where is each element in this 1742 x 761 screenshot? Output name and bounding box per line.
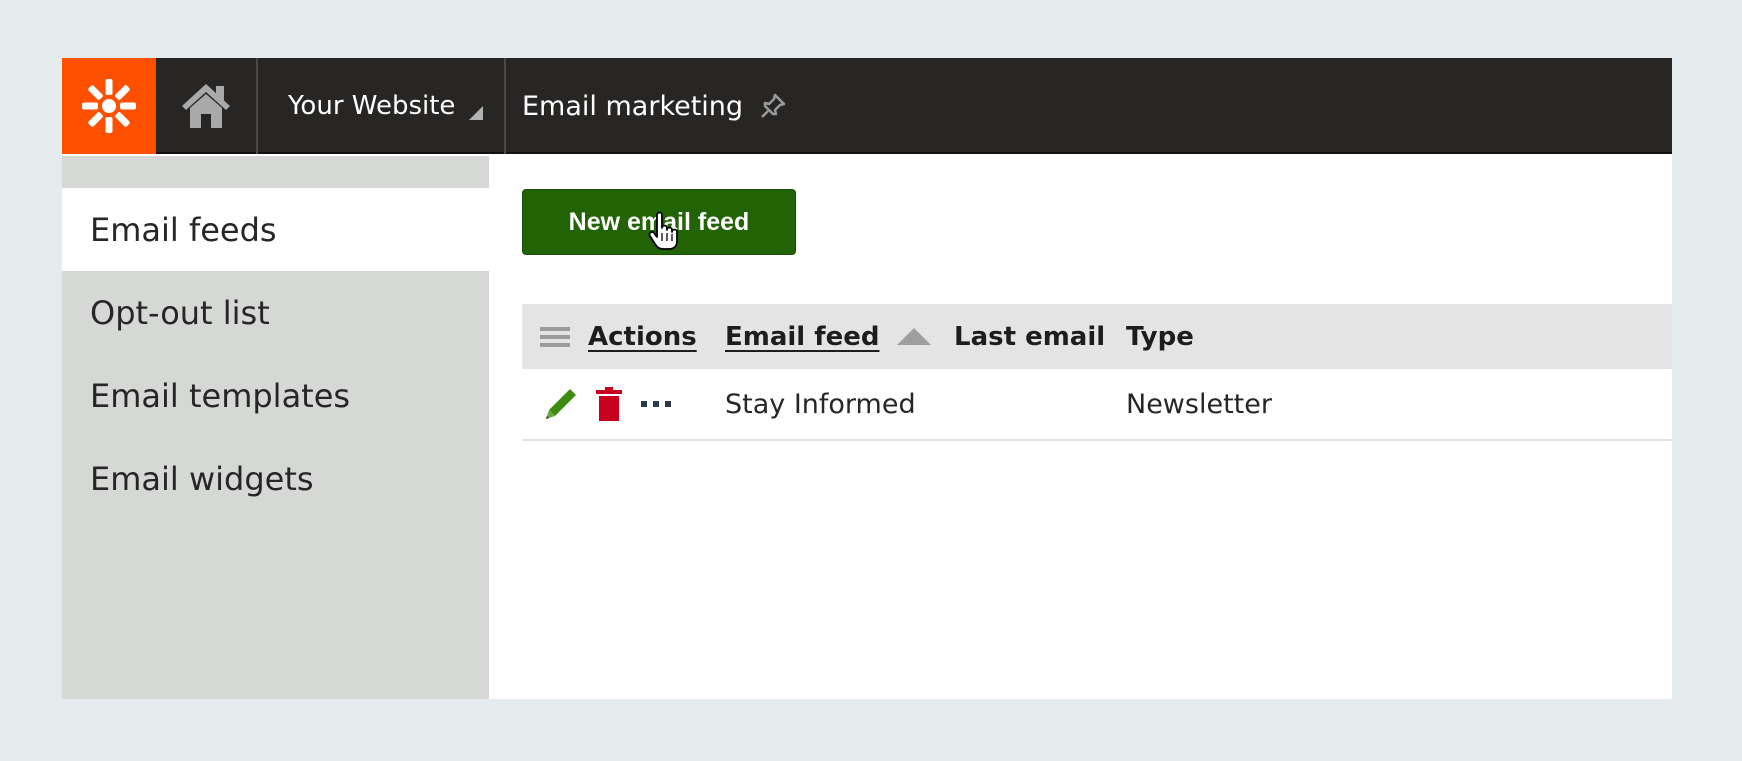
- sidebar-item-label: Email feeds: [90, 210, 277, 249]
- pin-button[interactable]: [759, 92, 787, 120]
- column-header-label: Last email: [954, 321, 1106, 352]
- column-header-label: Type: [1126, 321, 1194, 352]
- column-header-last-email: Last email: [954, 322, 1126, 352]
- sidebar: Email feeds Opt-out list Email templates…: [62, 156, 489, 699]
- home-button[interactable]: [156, 58, 258, 154]
- sort-ascending-icon: [897, 328, 932, 345]
- edit-button[interactable]: [544, 387, 578, 421]
- application-title: Email marketing: [522, 58, 787, 154]
- row-actions: [522, 387, 725, 421]
- delete-icon: [596, 387, 622, 421]
- more-icon: [641, 401, 671, 407]
- column-header-type: Type: [1126, 322, 1326, 352]
- top-bar: Your Website Email marketing: [62, 58, 1672, 154]
- site-selector[interactable]: Your Website: [258, 58, 506, 154]
- kentico-logo[interactable]: [62, 58, 156, 154]
- sidebar-item-email-widgets[interactable]: Email widgets: [62, 437, 489, 520]
- kentico-logo-icon: [82, 79, 136, 133]
- app-title-text: Email marketing: [522, 90, 744, 122]
- grid-header: Actions Email feed Last email Type: [522, 304, 1672, 369]
- more-actions-button[interactable]: [640, 399, 672, 409]
- sidebar-item-opt-out-list[interactable]: Opt-out list: [62, 271, 489, 354]
- sidebar-item-email-templates[interactable]: Email templates: [62, 354, 489, 437]
- dropdown-triangle-icon: [469, 106, 484, 120]
- email-feeds-grid: Actions Email feed Last email Type Stay …: [522, 304, 1672, 441]
- main-content: New email feed Actions: [489, 156, 1672, 699]
- sidebar-item-email-feeds[interactable]: Email feeds: [62, 188, 489, 271]
- pin-icon: [761, 93, 786, 118]
- home-icon: [182, 84, 230, 128]
- column-header-actions[interactable]: Actions: [588, 322, 725, 352]
- column-menu-button[interactable]: [522, 325, 588, 349]
- edit-icon: [546, 389, 576, 419]
- table-row: Stay Informed Newsletter: [522, 369, 1672, 441]
- site-selector-label: Your Website: [288, 91, 456, 121]
- cell-type: Newsletter: [1126, 388, 1272, 420]
- sidebar-item-label: Email widgets: [90, 459, 314, 498]
- delete-button[interactable]: [596, 387, 622, 421]
- cell-email-feed: Stay Informed: [725, 388, 916, 420]
- column-header-label: Email feed: [725, 321, 880, 352]
- hamburger-menu-icon: [540, 326, 570, 347]
- app-window: Your Website Email marketing Email feeds…: [62, 58, 1672, 699]
- hand-cursor-icon: [648, 211, 678, 250]
- sidebar-item-label: Email templates: [90, 376, 351, 415]
- column-header-label: Actions: [588, 321, 697, 352]
- sidebar-item-label: Opt-out list: [90, 293, 270, 332]
- column-header-email-feed[interactable]: Email feed: [725, 322, 954, 352]
